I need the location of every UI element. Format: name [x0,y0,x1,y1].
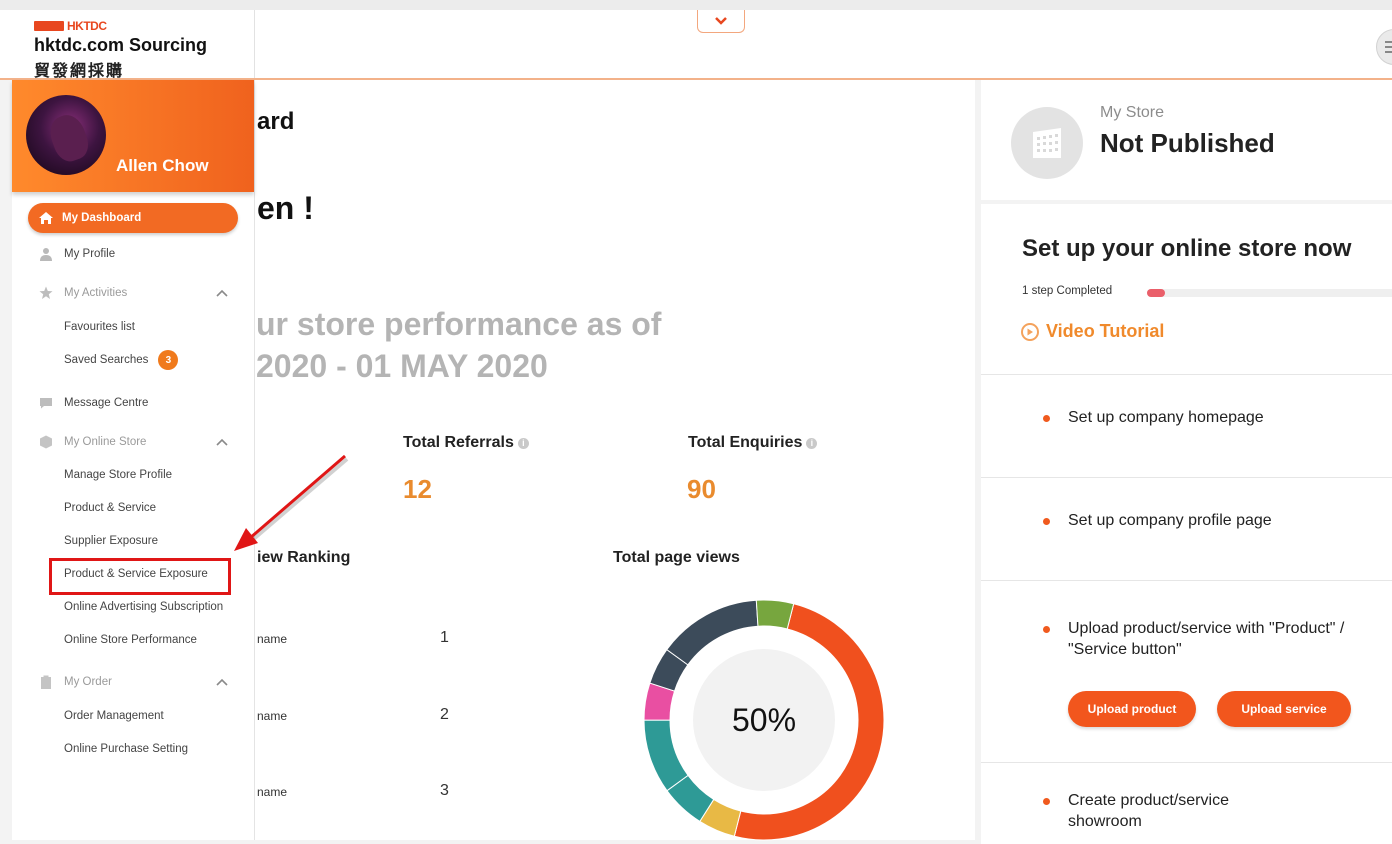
task-company-profile[interactable]: Set up company profile page [1068,510,1272,531]
user-icon [38,247,54,261]
hktdc-flag-icon [34,21,64,31]
sidebar-item-message-centre[interactable]: Message Centre [38,396,148,410]
top-header: HKTDC hktdc.com Sourcing 貿發網採購 [0,10,1392,80]
home-icon [38,211,54,225]
cube-icon [38,435,54,449]
chevron-up-icon[interactable] [216,678,228,686]
header-divider [254,10,255,78]
logo-chinese: 貿發網採購 [34,63,125,80]
setup-progress-fill [1147,289,1166,297]
donut-center-label: 50% [732,702,796,738]
upload-service-button[interactable]: Upload service [1217,691,1351,727]
menu-button[interactable] [1376,29,1392,65]
profile-banner: Allen Chow [12,80,254,192]
sidebar-item-activities[interactable]: My Activities [38,286,127,300]
upload-product-button[interactable]: Upload product [1068,691,1196,727]
sidebar-item-profile[interactable]: My Profile [38,247,115,261]
browser-top-strip [0,0,1392,10]
setup-store-card: Set up your online store now 1 step Comp… [981,204,1392,844]
task-company-homepage[interactable]: Set up company homepage [1068,407,1264,428]
info-icon[interactable]: i [806,437,818,449]
task-bullet [1043,798,1050,805]
chevron-up-icon[interactable] [216,438,228,446]
play-icon [1021,322,1039,341]
total-enquiries-value: 90 [687,474,716,504]
message-icon [38,396,54,410]
page-views-title: Total page views [613,549,740,566]
dashboard-title: ard [257,108,295,135]
chevron-up-icon[interactable] [216,289,228,297]
view-ranking-title: iew Ranking [257,549,351,566]
store-status: Not Published [1100,128,1275,158]
sidebar-item-my-order[interactable]: My Order [38,675,112,689]
sidebar-item-supplier-exposure[interactable]: Supplier Exposure [64,535,158,547]
highlight-box-annotation [49,558,231,595]
store-building-icon [1011,107,1083,179]
divider [981,374,1392,375]
avatar[interactable] [26,95,106,175]
task-bullet [1043,415,1050,422]
saved-searches-count-badge: 3 [158,350,179,370]
my-store-card: My Store Not Published [981,80,1392,200]
donut-slice-3[interactable] [643,719,689,792]
ranking-name: name [257,709,288,723]
info-icon[interactable]: i [517,437,529,449]
ranking-number: 2 [440,706,449,723]
profile-name: Allen Chow [116,156,209,175]
ranking-name: name [257,785,288,799]
ranking-number: 3 [440,782,449,799]
chevron-down-icon [715,17,727,25]
greeting-text: en ! [257,190,314,226]
task-upload-product-service[interactable]: Upload product/service with "Product" / … [1068,618,1388,660]
collapse-header-button[interactable] [697,10,745,33]
sidebar-item-product-service[interactable]: Product & Service [64,502,156,514]
divider [981,762,1392,763]
video-tutorial-link[interactable]: Video Tutorial [1021,321,1164,342]
sidebar-item-dashboard[interactable]: My Dashboard [28,203,238,233]
my-store-label: My Store [1100,104,1165,121]
step-progress-text: 1 step Completed [1022,285,1113,297]
setup-title: Set up your online store now [1022,235,1352,262]
donut-slice-7[interactable] [755,600,795,630]
total-enquiries-label: Total Enquiries i [688,434,818,452]
sidebar-item-favourites[interactable]: Favourites list [64,321,135,333]
menu-icon [1385,41,1392,43]
logo-hk-text: HKTDC [67,19,107,33]
sidebar-item-saved-searches[interactable]: Saved Searches 3 [64,350,179,370]
sidebar-item-manage-store-profile[interactable]: Manage Store Profile [64,469,172,481]
clipboard-icon [38,675,54,689]
performance-heading-line1: ur store performance as of [256,306,662,342]
sidebar: Allen Chow My Dashboard My Profile My Ac… [12,80,255,840]
sidebar-item-online-advertising[interactable]: Online Advertising Subscription [64,601,223,613]
page-views-donut-chart: 50% [643,600,885,841]
star-icon [38,286,54,300]
hktdc-logo[interactable]: HKTDC hktdc.com Sourcing 貿發網採購 [34,19,207,81]
sidebar-item-order-management[interactable]: Order Management [64,710,164,722]
setup-progress-bar [1147,289,1392,297]
total-referrals-label: Total Referrals i [403,434,529,452]
ranking-name: name [257,632,288,646]
sidebar-item-online-purchase-setting[interactable]: Online Purchase Setting [64,743,188,755]
task-create-showroom[interactable]: Create product/service showroom [1068,790,1288,832]
divider [981,580,1392,581]
task-bullet [1043,518,1050,525]
sidebar-item-online-store[interactable]: My Online Store [38,435,146,449]
total-referrals-value: 12 [403,474,432,504]
divider [981,477,1392,478]
logo-title: hktdc.com Sourcing [34,35,208,55]
task-bullet [1043,626,1050,633]
sidebar-item-online-store-performance[interactable]: Online Store Performance [64,634,197,646]
performance-heading-line2: 2020 - 01 MAY 2020 [256,348,548,384]
ranking-number: 1 [440,629,449,646]
